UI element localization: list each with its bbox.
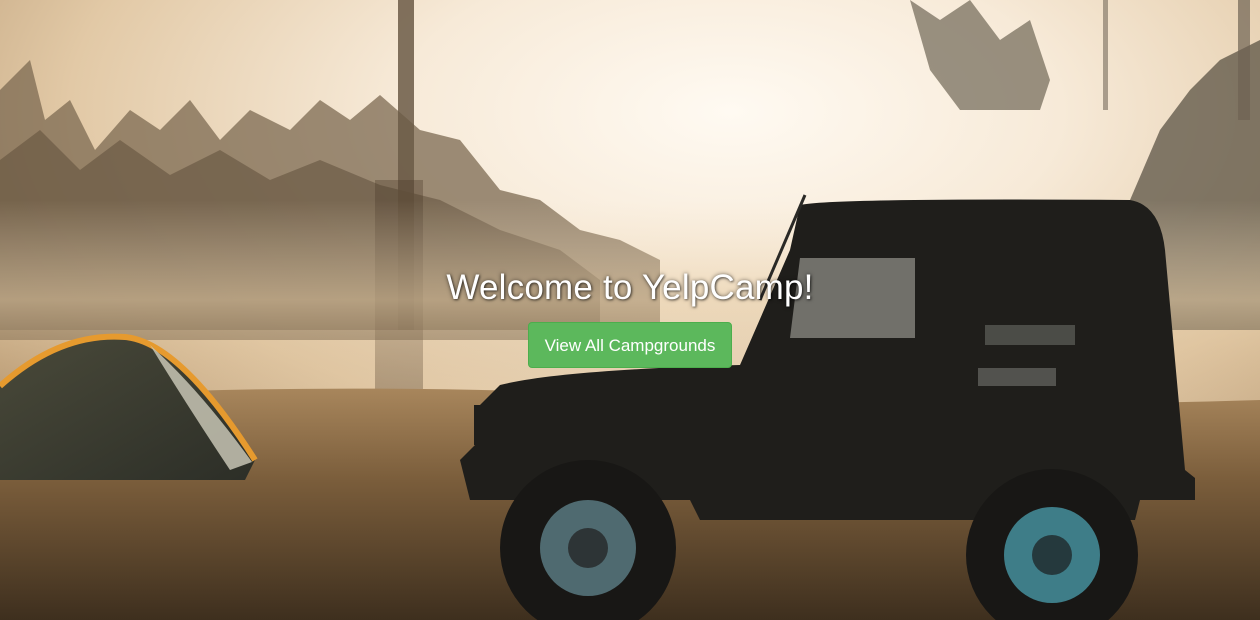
- page-title: Welcome to YelpCamp!: [446, 268, 814, 307]
- landing-hero: Welcome to YelpCamp! View All Campground…: [0, 0, 1260, 620]
- view-all-campgrounds-button[interactable]: View All Campgrounds: [527, 322, 733, 368]
- hero-content: Welcome to YelpCamp! View All Campground…: [0, 268, 1260, 368]
